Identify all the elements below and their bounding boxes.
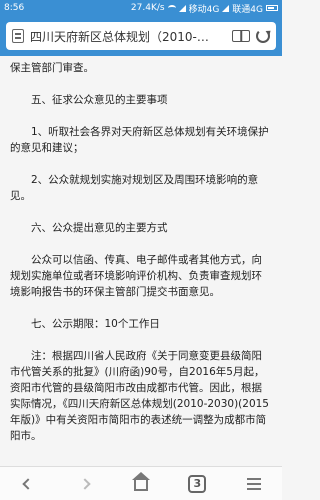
status-time: 8:56 — [4, 3, 25, 13]
chevron-right-icon — [78, 477, 91, 490]
network-speed: 27.4K/s — [130, 3, 165, 13]
home-icon — [131, 472, 150, 491]
reader-mode-icon[interactable] — [232, 30, 250, 42]
forward-button[interactable] — [71, 470, 99, 498]
signal-icon — [178, 4, 186, 12]
status-indicators: 27.4K/s 移动4G 联通4G — [131, 2, 278, 15]
home-button[interactable] — [127, 470, 155, 498]
tabs-button[interactable]: 3 — [183, 470, 211, 498]
refresh-icon[interactable] — [256, 29, 270, 43]
browser-toolbar: 四川天府新区总体规划（2010-… — [0, 16, 282, 56]
back-button[interactable] — [14, 470, 42, 498]
section-heading-6: 六、公众提出意见的主要方式 — [31, 222, 168, 234]
signal-icon-2 — [222, 4, 230, 12]
page-icon — [12, 29, 24, 43]
bottom-navigation: 3 — [0, 466, 282, 500]
address-bar[interactable]: 四川天府新区总体规划（2010-… — [6, 22, 276, 50]
section-heading-7: 七、公示期限：10个工作日 — [31, 318, 160, 330]
paragraph-item-2: 2、公众就规划实施对规划区及周围环境影响的意见。 — [10, 174, 259, 202]
section-heading-5: 五、征求公众意见的主要事项 — [31, 94, 168, 106]
menu-button[interactable] — [240, 470, 268, 498]
paragraph-note: 注：根据四川省人民政府《关于同意变更县级简阳市代管关系的批复》(川府函)90号，… — [10, 350, 269, 442]
paragraph-methods: 公众可以信函、传真、电子邮件或者其他方式，向规划实施单位或者环境影响评价机构、负… — [10, 254, 262, 298]
wifi-icon — [167, 5, 176, 11]
battery-icon — [266, 5, 278, 11]
paragraph-0: 保主管部门审查。 — [10, 62, 94, 74]
tab-count: 3 — [188, 474, 207, 493]
carrier-label-2: 联通4G — [232, 4, 263, 15]
chevron-left-icon — [22, 477, 34, 490]
status-bar: 8:56 27.4K/s 移动4G 联通4G — [0, 0, 282, 16]
paragraph-item-1: 1、听取社会各界对天府新区总体规划有关环境保护的意见和建议； — [10, 126, 269, 154]
carrier-label-1: 移动4G — [188, 4, 220, 15]
article-content: 保主管部门审查。 五、征求公众意见的主要事项 1、听取社会各界对天府新区总体规划… — [0, 56, 282, 466]
page-title[interactable]: 四川天府新区总体规划（2010-… — [30, 28, 226, 45]
menu-icon — [246, 477, 261, 490]
